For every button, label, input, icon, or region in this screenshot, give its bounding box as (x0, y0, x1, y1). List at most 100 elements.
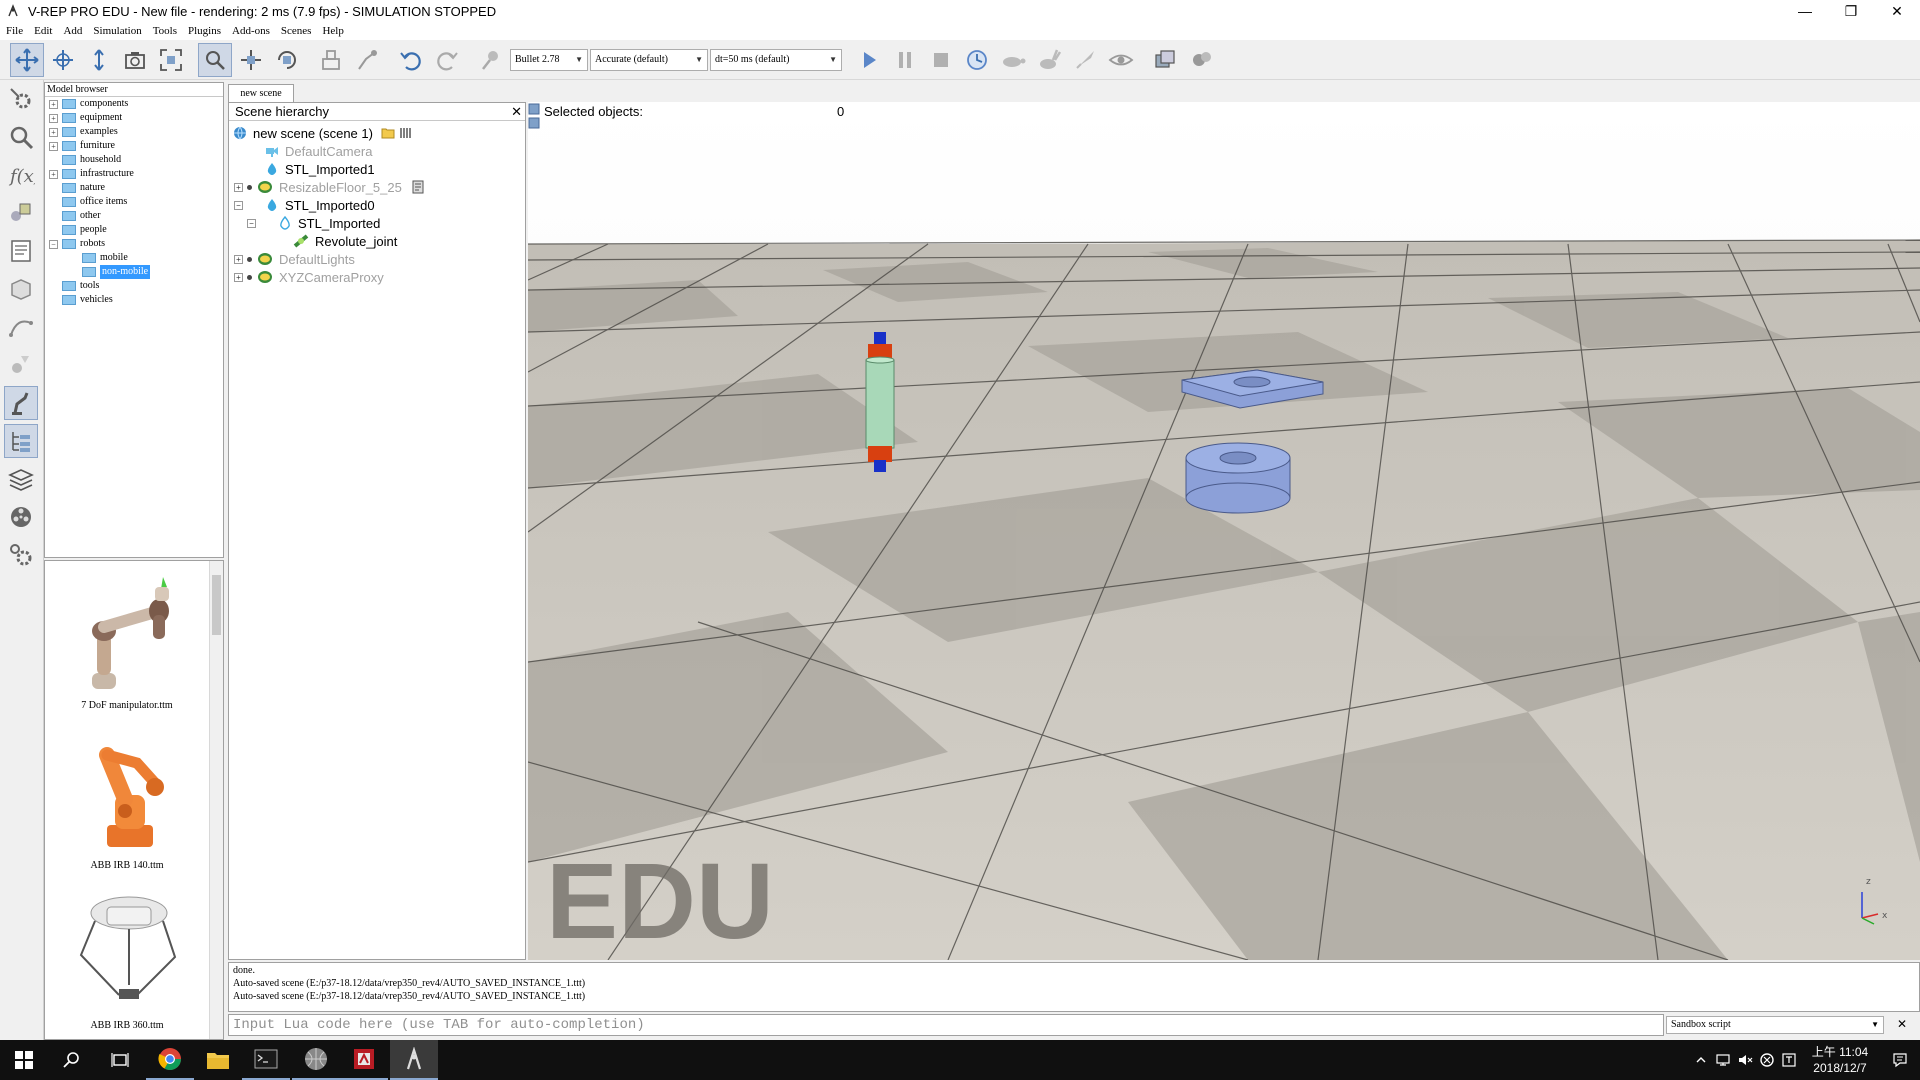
model-browser-toggle-button[interactable] (4, 386, 38, 420)
search-button[interactable] (48, 1040, 96, 1080)
model-folder-item[interactable]: office items (45, 195, 223, 209)
close-button[interactable]: ✕ (1874, 0, 1920, 22)
slow-down-button[interactable] (996, 43, 1030, 77)
model-folder-item[interactable]: household (45, 153, 223, 167)
expand-toggle[interactable]: + (234, 272, 243, 282)
expand-toggle[interactable]: + (234, 182, 243, 192)
tray-app-button[interactable] (1756, 1040, 1778, 1080)
fit-to-view-button[interactable] (154, 43, 188, 77)
object-select-button[interactable] (198, 42, 232, 77)
pause-simulation-button[interactable] (888, 43, 922, 77)
selection-dialog-button[interactable] (4, 348, 38, 382)
camera-pan-button[interactable] (10, 42, 44, 77)
hierarchy-root[interactable]: new scene (scene 1) (233, 124, 413, 142)
expand-toggle[interactable]: + (49, 169, 58, 179)
expand-toggle[interactable]: + (49, 99, 58, 109)
close-hierarchy-button[interactable]: ✕ (511, 103, 522, 121)
scripts-button[interactable] (4, 234, 38, 268)
redo-button[interactable] (430, 43, 464, 77)
stop-simulation-button[interactable] (924, 43, 958, 77)
scene-selector-button[interactable] (1184, 43, 1218, 77)
taskbar-file-explorer[interactable] (194, 1040, 242, 1080)
scene-3d-render[interactable]: EDU z x (528, 102, 1920, 960)
accuracy-select[interactable]: Accurate (default) ▼ (590, 48, 708, 71)
menu-add[interactable]: Add (63, 25, 82, 37)
viewport-corner-buttons[interactable] (528, 102, 540, 132)
model-folder-item[interactable]: nature (45, 181, 223, 195)
menu-plugins[interactable]: Plugins (188, 25, 221, 37)
scrollbar-thumb[interactable] (212, 575, 221, 635)
model-folder-item[interactable]: + components (45, 97, 223, 111)
scene-object-properties-button[interactable] (4, 120, 38, 154)
menu-edit[interactable]: Edit (34, 25, 52, 37)
start-button[interactable] (0, 1040, 48, 1080)
clear-console-button[interactable]: ✕ (1894, 1017, 1910, 1033)
camera-shift-button[interactable] (82, 43, 116, 77)
timestep-select[interactable]: dt=50 ms (default) ▼ (710, 48, 842, 71)
stl-imported-cylinder[interactable] (865, 332, 895, 472)
maximize-button[interactable]: ❐ (1828, 0, 1874, 22)
undo-button[interactable] (394, 43, 428, 77)
assemble-button[interactable] (314, 43, 348, 77)
taskbar-vrep[interactable] (390, 1040, 438, 1080)
model-folder-item[interactable]: + furniture (45, 139, 223, 153)
model-thumbnail[interactable]: ABB IRB 360.ttm (45, 885, 209, 1031)
hierarchy-row-stl-imported1[interactable]: STL_Imported1 (265, 160, 375, 178)
model-folder-item[interactable]: people (45, 223, 223, 237)
taskbar-app-sphere[interactable] (292, 1040, 340, 1080)
page-selector-button[interactable] (1148, 43, 1182, 77)
engine-select[interactable]: Bullet 2.78 ▼ (510, 48, 588, 71)
transfer-dna-button[interactable] (350, 43, 384, 77)
visualization-toggle-button[interactable] (1104, 43, 1138, 77)
calculation-modules-button[interactable]: f(x) (4, 158, 38, 192)
model-folder-item[interactable]: + infrastructure (45, 167, 223, 181)
start-simulation-button[interactable] (852, 43, 886, 77)
collapse-toggle[interactable]: − (247, 218, 256, 228)
expand-toggle[interactable]: − (49, 239, 58, 249)
ime-button[interactable] (1778, 1040, 1800, 1080)
expand-toggle[interactable]: + (49, 141, 58, 151)
collapse-toggle[interactable]: − (234, 200, 243, 210)
model-folder-item[interactable]: other (45, 209, 223, 223)
menu-help[interactable]: Help (322, 25, 343, 37)
menu-scenes[interactable]: Scenes (281, 25, 312, 37)
menu-file[interactable]: File (6, 25, 23, 37)
realtime-button[interactable] (960, 43, 994, 77)
hierarchy-row-revolute-joint[interactable]: Revolute_joint (293, 232, 397, 250)
simulation-settings-button[interactable] (4, 82, 38, 116)
model-folder-item[interactable]: vehicles (45, 293, 223, 307)
stl-imported0-ring[interactable] (1185, 442, 1291, 514)
taskbar-app-red[interactable] (340, 1040, 388, 1080)
thumbnails-scrollbar[interactable] (209, 561, 223, 1039)
tab-new-scene[interactable]: new scene (228, 84, 294, 102)
layers-button[interactable] (4, 462, 38, 496)
action-center-button[interactable] (1880, 1040, 1920, 1080)
threaded-rendering-button[interactable] (1068, 43, 1102, 77)
taskbar-terminal[interactable] (242, 1040, 290, 1080)
camera-rotate-button[interactable] (46, 43, 80, 77)
hierarchy-row-resizablefloor[interactable]: + ResizableFloor_5_25 (234, 178, 424, 196)
model-folder-item[interactable]: + examples (45, 125, 223, 139)
shape-edit-button[interactable] (4, 272, 38, 306)
video-recorder-button[interactable] (4, 500, 38, 534)
model-thumbnail[interactable]: ABB IRB 140.ttm (45, 725, 209, 871)
path-edit-button[interactable] (4, 310, 38, 344)
task-view-button[interactable] (96, 1040, 144, 1080)
minimize-button[interactable]: — (1782, 0, 1828, 22)
show-hidden-icons-button[interactable] (1690, 1040, 1712, 1080)
scene-hierarchy-toggle-button[interactable] (4, 424, 38, 458)
taskbar-chrome[interactable] (146, 1040, 194, 1080)
expand-toggle[interactable]: + (234, 254, 243, 264)
expand-toggle[interactable]: + (49, 127, 58, 137)
object-shift-button[interactable] (234, 43, 268, 77)
object-rotate-button[interactable] (270, 43, 304, 77)
scene-viewport[interactable]: EDU z x (528, 102, 1920, 960)
model-folder-item[interactable]: + equipment (45, 111, 223, 125)
hierarchy-row-stl-imported0[interactable]: − STL_Imported0 (234, 196, 375, 214)
speed-up-button[interactable] (1032, 43, 1066, 77)
hierarchy-row-stl-imported[interactable]: − STL_Imported (247, 214, 380, 232)
taskbar-clock[interactable]: 上午 11:04 2018/12/7 (1800, 1044, 1880, 1076)
model-thumbnail[interactable]: 7 DoF manipulator.ttm (45, 565, 209, 711)
model-folder-item[interactable]: mobile (45, 251, 223, 265)
hierarchy-row-defaultcamera[interactable]: DefaultCamera (265, 142, 372, 160)
